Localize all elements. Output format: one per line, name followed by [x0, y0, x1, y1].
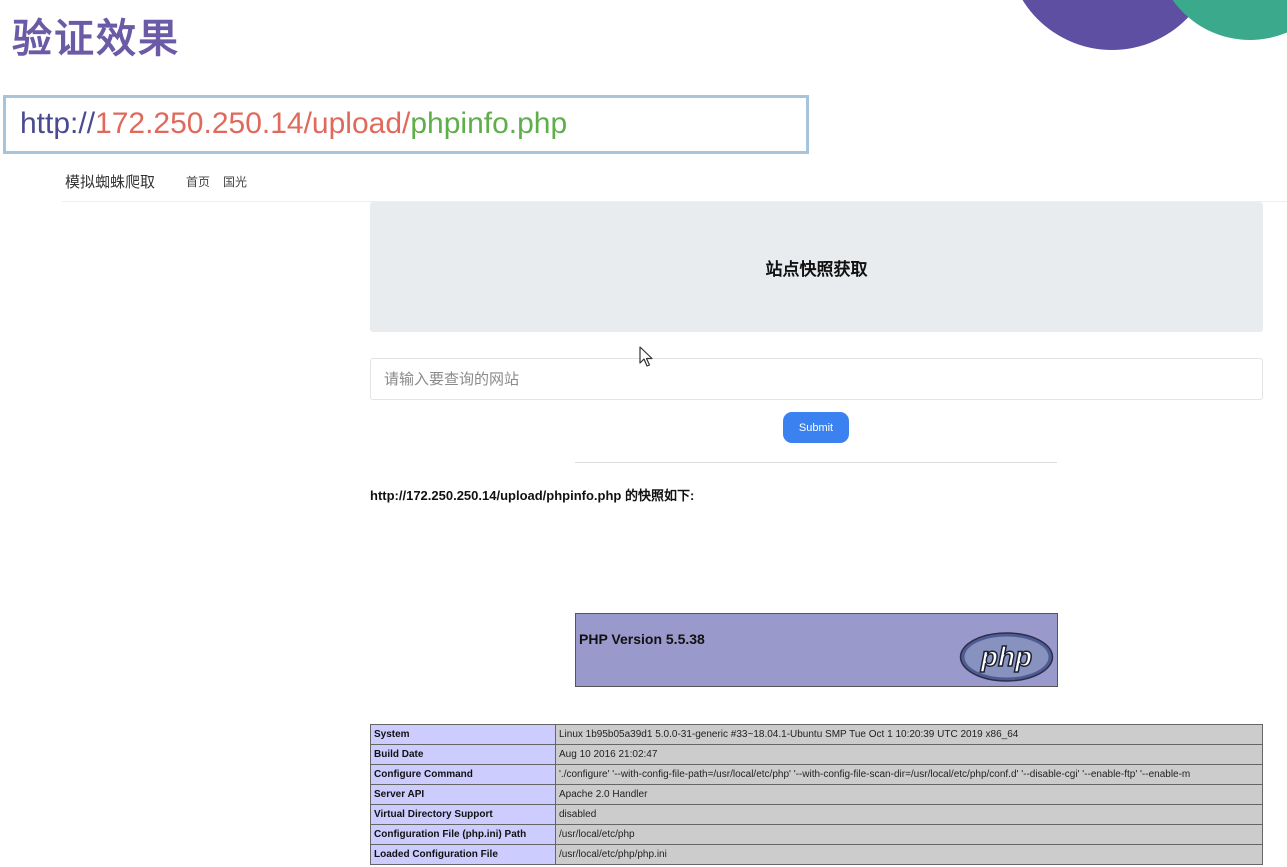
row-key: Virtual Directory Support: [370, 804, 556, 825]
phpinfo-table: System Linux 1b95b05a39d1 5.0.0-31-generi…: [370, 724, 1263, 865]
slide-title: 验证效果: [12, 16, 180, 62]
jumbotron-title: 站点快照获取: [765, 260, 868, 280]
divider: [575, 462, 1057, 463]
submit-button[interactable]: Submit: [783, 412, 849, 443]
table-row: Loaded Configuration File/usr/local/etc/…: [370, 844, 1263, 865]
table-row: System Linux 1b95b05a39d1 5.0.0-31-generi…: [370, 724, 1263, 745]
nav-link-guoguang[interactable]: 国光: [223, 173, 247, 190]
table-row: Configuration File (php.ini) Path/usr/lo…: [370, 824, 1263, 845]
php-version: PHP Version 5.5.38: [579, 631, 705, 647]
slide-decoration: [1007, 0, 1287, 60]
row-value: /usr/local/etc/php/php.ini: [555, 844, 1263, 865]
mouse-cursor-icon: [639, 346, 653, 367]
phpinfo-header: PHP Version 5.5.38 php: [575, 613, 1058, 687]
url-file: phpinfo.php: [410, 107, 568, 140]
row-value: /usr/local/etc/php: [555, 824, 1263, 845]
row-value: Apache 2.0 Handler: [555, 784, 1263, 805]
row-key: System: [370, 724, 556, 745]
table-row: Configure Command './configure' '--with-…: [370, 764, 1263, 785]
website-url-input[interactable]: [370, 358, 1263, 400]
row-key: Configuration File (php.ini) Path: [370, 824, 556, 845]
url-banner: http://172.250.250.14/upload/phpinfo.php: [3, 95, 809, 154]
result-title: http://172.250.250.14/upload/phpinfo.php…: [370, 488, 695, 503]
php-logo-icon: php: [959, 632, 1054, 682]
row-value: Linux 1b95b05a39d1 5.0.0-31-generic #33~…: [555, 724, 1263, 745]
row-key: Server API: [370, 784, 556, 805]
nav-link-home[interactable]: 首页: [186, 173, 210, 190]
url-host-path: 172.250.250.14/upload/: [95, 107, 411, 140]
php-logo-text: php: [980, 641, 1032, 672]
row-value: './configure' '--with-config-file-path=/…: [555, 764, 1263, 785]
jumbotron: 站点快照获取: [370, 202, 1263, 332]
app-navbar: 模拟蜘蛛爬取 首页 国光: [62, 160, 1287, 202]
row-value: disabled: [555, 804, 1263, 825]
table-row: Virtual Directory Support disabled: [370, 804, 1263, 825]
url-scheme: http://: [20, 107, 96, 140]
row-key: Configure Command: [370, 764, 556, 785]
table-row: Build Date Aug 10 2016 21:02:47: [370, 744, 1263, 765]
row-key: Build Date: [370, 744, 556, 765]
brand-link[interactable]: 模拟蜘蛛爬取: [65, 171, 155, 192]
row-key: Loaded Configuration File: [370, 844, 556, 865]
row-value: Aug 10 2016 21:02:47: [555, 744, 1263, 765]
table-row: Server API Apache 2.0 Handler: [370, 784, 1263, 805]
